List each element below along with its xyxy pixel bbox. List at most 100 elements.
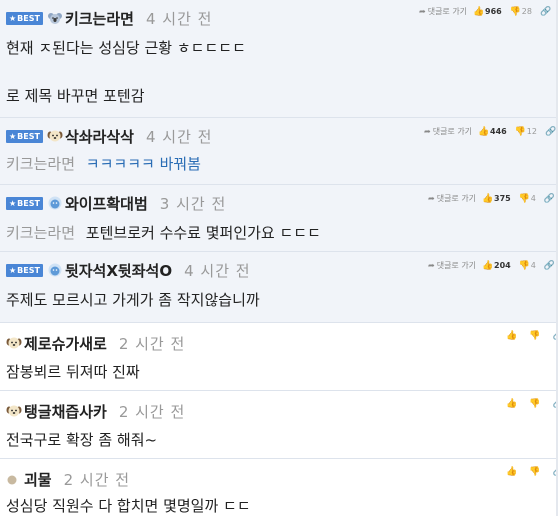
timestamp: 2 시간 전	[118, 402, 186, 421]
star-icon: ★	[9, 13, 17, 23]
comment-item: ★ BEST 키크는라면 4 시간 전 ➦ 댓글로 가기 👍 966 👎 28 🔗 현재…	[0, 0, 558, 118]
link-icon[interactable]: 🔗	[545, 127, 556, 137]
thumbs-down-icon[interactable]: 👎	[529, 331, 540, 341]
comment-line: 현재 ㅈ된다는 성심당 근황 ㅎㄷㄷㄷㄷ	[6, 39, 246, 57]
seal-avatar-icon	[47, 262, 63, 278]
star-icon: ★	[9, 265, 17, 275]
comment-actions: ➦ 댓글로 가기 👍 446 👎 12 🔗	[424, 126, 556, 137]
reply-link[interactable]: ➦ 댓글로 가기	[419, 6, 467, 17]
star-icon: ★	[9, 198, 17, 208]
comment-item: ★ BEST 뒷자석X뒷좌석O 4 시간 전 ➦ 댓글로 가기 👍 204 👎 4 🔗 …	[0, 252, 558, 323]
like-count: 966	[485, 7, 502, 16]
nickname[interactable]: 뒷자석X뒷좌석O	[65, 260, 172, 281]
comment-header: ★ BEST 키크는라면 4 시간 전	[6, 8, 212, 28]
link-icon[interactable]: 🔗	[544, 261, 555, 271]
comment-item: ★ BEST 삭솨라삭삭 4 시간 전 ➦ 댓글로 가기 👍 446 👎 12 🔗 키크…	[0, 118, 558, 185]
comment-body: 잠봉뵈르 뒤져따 진짜	[6, 362, 140, 382]
thumbs-up-icon[interactable]: 👍	[506, 399, 517, 409]
dislike-count: 4	[530, 261, 536, 270]
dog-avatar-icon	[47, 128, 63, 144]
comment-text: 포텐브로커 수수료 몇퍼인가요 ㄷㄷㄷ	[85, 224, 321, 242]
nickname[interactable]: 와이프확대범	[65, 193, 148, 214]
nickname[interactable]: 괴물	[24, 469, 52, 490]
comment-actions: 👍 👎 🔗	[506, 331, 558, 341]
comment-body: 주제도 모르시고 가게가 좀 작지않습니까	[6, 290, 260, 310]
seal-avatar-icon	[47, 195, 63, 211]
thumbs-down-icon[interactable]: 👎	[510, 7, 521, 17]
timestamp: 4 시간 전	[184, 261, 251, 280]
dog-avatar-icon	[6, 403, 22, 419]
reply-arrow-icon: ➦	[424, 127, 431, 136]
comment-actions: 👍 👎 🔗	[506, 467, 558, 477]
reply-target-nickname[interactable]: 키크는라면	[6, 155, 75, 173]
comment-header: 제로슈가새로 2 시간 전	[6, 333, 185, 353]
nickname[interactable]: 탱글채즙사카	[24, 401, 107, 422]
comment-actions: ➦ 댓글로 가기 👍 375 👎 4 🔗	[428, 193, 555, 204]
reply-link[interactable]: ➦ 댓글로 가기	[428, 193, 476, 204]
thumbs-up-icon[interactable]: 👍	[478, 127, 489, 137]
comment-header: 탱글채즙사카 2 시간 전	[6, 401, 185, 421]
thumbs-up-icon[interactable]: 👍	[473, 7, 484, 17]
comment-text: 잠봉뵈르 뒤져따 진짜	[6, 363, 140, 381]
thumbs-up-icon[interactable]: 👍	[482, 261, 493, 271]
best-label: BEST	[17, 131, 40, 141]
thumbs-down-icon[interactable]: 👎	[519, 261, 530, 271]
comment-text: 전국구로 확장 좀 해줘~	[6, 431, 158, 449]
thumbs-down-icon[interactable]: 👎	[529, 399, 540, 409]
comment-body: 전국구로 확장 좀 해줘~	[6, 430, 157, 450]
link-icon[interactable]: 🔗	[544, 194, 555, 204]
thumbs-up-icon[interactable]: 👍	[482, 194, 493, 204]
reply-arrow-icon: ➦	[419, 7, 426, 16]
like-count: 375	[494, 194, 511, 203]
thumbs-up-icon[interactable]: 👍	[506, 467, 517, 477]
reply-link[interactable]: ➦ 댓글로 가기	[428, 260, 476, 271]
thumbs-down-icon[interactable]: 👎	[515, 127, 526, 137]
comment-header: ★ BEST 뒷자석X뒷좌석O 4 시간 전	[6, 260, 251, 280]
nickname[interactable]: 제로슈가새로	[24, 333, 107, 354]
comment-item: ★ BEST 와이프확대범 3 시간 전 ➦ 댓글로 가기 👍 375 👎 4 🔗 키크…	[0, 185, 558, 252]
best-badge: ★ BEST	[6, 196, 43, 210]
comment-text: 성심당 직원수 다 합치면 몇명일까 ㄷㄷ	[6, 497, 251, 515]
timestamp: 3 시간 전	[159, 194, 227, 213]
comment-line	[6, 58, 246, 78]
timestamp: 4 시간 전	[145, 127, 213, 146]
comment-text: ㅋㅋㅋㅋㅋ 바꿔봄	[85, 155, 201, 173]
comment-item: 제로슈가새로 2 시간 전 👍 👎 🔗 잠봉뵈르 뒤져따 진짜	[0, 323, 558, 391]
comment-body: 현재 ㅈ된다는 성심당 근황 ㅎㄷㄷㄷㄷ 로 제목 바꾸면 포텐감	[6, 38, 246, 106]
comment-item: 탱글채즙사카 2 시간 전 👍 👎 🔗 전국구로 확장 좀 해줘~	[0, 391, 558, 459]
comment-text: 주제도 모르시고 가게가 좀 작지않습니까	[6, 291, 260, 309]
circle-level-icon	[6, 471, 18, 487]
best-label: BEST	[17, 265, 40, 275]
timestamp: 4 시간 전	[145, 9, 213, 28]
best-badge: ★ BEST	[6, 263, 43, 277]
thumbs-down-icon[interactable]: 👎	[519, 194, 530, 204]
thumbs-down-icon[interactable]: 👎	[529, 467, 540, 477]
reply-label: 댓글로 가기	[436, 194, 477, 203]
like-count: 446	[490, 127, 507, 136]
star-icon: ★	[9, 131, 17, 141]
dislike-count: 4	[530, 194, 536, 203]
link-icon[interactable]: 🔗	[540, 7, 551, 17]
nickname[interactable]: 키크는라면	[65, 8, 134, 29]
comment-actions: 👍 👎 🔗	[506, 399, 558, 409]
koala-avatar-icon	[47, 10, 63, 26]
best-badge: ★ BEST	[6, 11, 43, 25]
best-label: BEST	[17, 198, 40, 208]
reply-link[interactable]: ➦ 댓글로 가기	[424, 126, 472, 137]
thumbs-up-icon[interactable]: 👍	[506, 331, 517, 341]
comment-body: 키크는라면 ㅋㅋㅋㅋㅋ 바꿔봄	[6, 154, 201, 174]
dislike-count: 12	[526, 127, 537, 136]
dog-avatar-icon	[6, 335, 22, 351]
like-count: 204	[494, 261, 511, 270]
comment-header: ★ BEST 삭솨라삭삭 4 시간 전	[6, 126, 212, 146]
reply-target-nickname[interactable]: 키크는라면	[6, 224, 75, 242]
reply-label: 댓글로 가기	[436, 261, 477, 270]
nickname[interactable]: 삭솨라삭삭	[65, 126, 134, 147]
comment-header: 괴물 2 시간 전	[6, 469, 130, 489]
dislike-count: 28	[521, 7, 532, 16]
best-label: BEST	[17, 13, 40, 23]
timestamp: 2 시간 전	[63, 470, 131, 489]
comment-body: 성심당 직원수 다 합치면 몇명일까 ㄷㄷ	[6, 496, 251, 516]
comment-header: ★ BEST 와이프확대범 3 시간 전	[6, 193, 226, 213]
timestamp: 2 시간 전	[118, 334, 186, 353]
